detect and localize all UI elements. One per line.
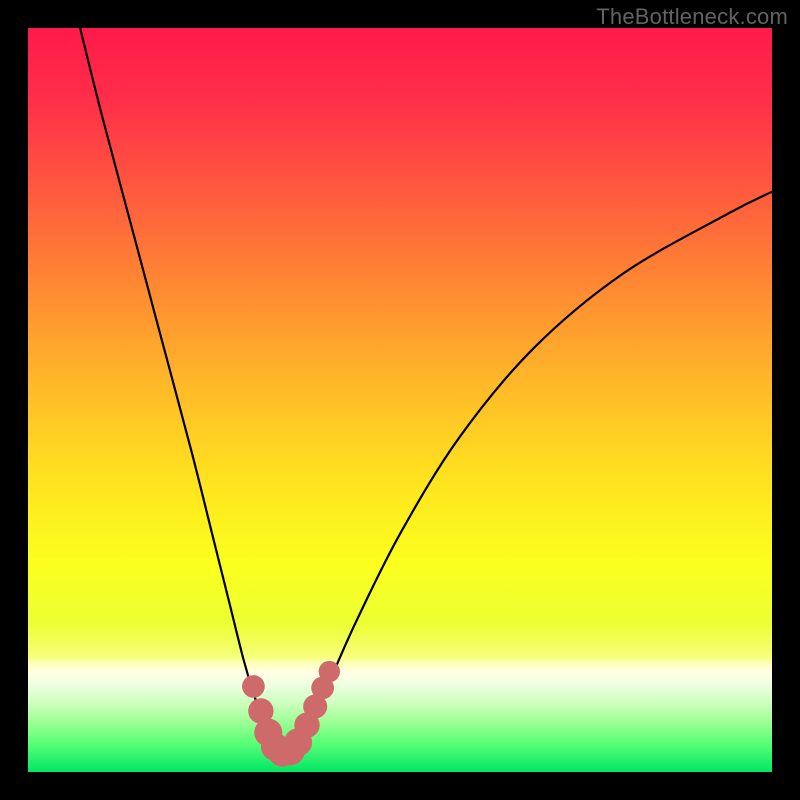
curve-marker xyxy=(242,675,265,698)
watermark-text: TheBottleneck.com xyxy=(596,4,788,30)
chart-background xyxy=(28,28,772,772)
outer-frame: TheBottleneck.com xyxy=(0,0,800,800)
plot-area xyxy=(28,28,772,772)
chart-svg xyxy=(28,28,772,772)
curve-marker xyxy=(319,661,340,682)
